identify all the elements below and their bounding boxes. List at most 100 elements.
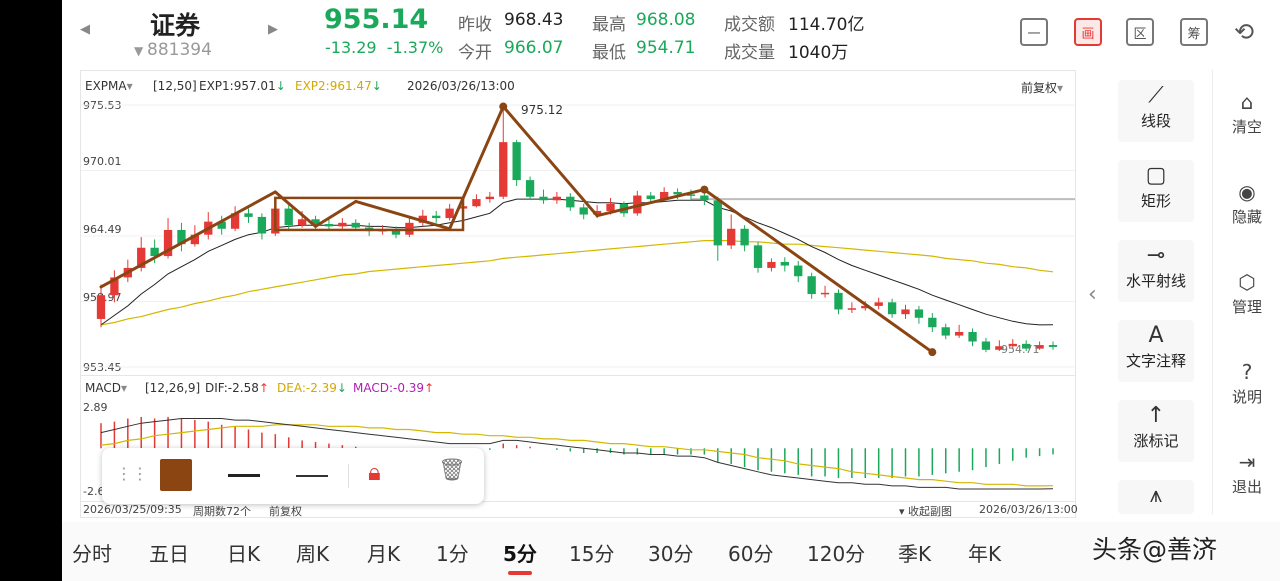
tool-more[interactable]: ⩚ [1118, 480, 1194, 514]
chevron-left-icon[interactable]: ‹ [1088, 282, 1097, 307]
candle-body [512, 142, 521, 181]
candle [740, 225, 749, 252]
candle-body [914, 309, 924, 318]
stat-value: 114.70亿 [788, 15, 865, 35]
candle [244, 208, 253, 223]
action-clear[interactable]: ⌂ 清空 [1213, 90, 1280, 137]
candle [499, 110, 508, 200]
section-icon[interactable]: 区 [1126, 18, 1154, 46]
candle-body [1048, 345, 1058, 347]
collapse-subchart[interactable]: ▾ 收起副图 [899, 503, 952, 519]
price-change: -13.29 -1.37% [325, 38, 444, 57]
grip-icon[interactable]: ⋮⋮ [116, 464, 148, 483]
action-hide[interactable]: ◉ 隐藏 [1213, 180, 1280, 227]
stat-label: 最高 [592, 15, 626, 35]
rotate-screen-icon[interactable]: ⟲ [1230, 18, 1258, 46]
tool-horizontal-ray[interactable]: ⊸ 水平射线 [1118, 240, 1194, 302]
peak-label: 975.12 [521, 103, 563, 117]
periods-count: 周期数72个 [193, 505, 251, 518]
candle [579, 203, 588, 220]
candle [552, 191, 562, 204]
active-tab-indicator [508, 571, 532, 575]
lock-icon[interactable]: 🔒︎ [368, 458, 381, 486]
candle-body [338, 222, 347, 227]
candle [485, 191, 495, 203]
drawn-anchor-point [700, 185, 709, 194]
panel-divider [81, 375, 1075, 376]
candle-body [539, 196, 548, 201]
candle [767, 258, 776, 272]
candle-body [485, 196, 495, 200]
arrow-up-icon: ↑ [1146, 403, 1166, 428]
line-thin-icon[interactable] [296, 475, 328, 477]
drawn-trend-line [314, 199, 358, 228]
candle [820, 285, 830, 298]
exp1-line [100, 198, 1054, 326]
broom-icon: ⌂ [1240, 90, 1254, 114]
chips-icon[interactable]: 筹 [1180, 18, 1208, 46]
candlestick-chart [81, 102, 1075, 368]
tab-period[interactable]: 分时 [72, 538, 112, 567]
footer-adjust: 前复权 [269, 505, 302, 518]
stat-label: 昨收 [458, 15, 492, 35]
tab-period-active[interactable]: 5分 [503, 538, 537, 567]
tab-period[interactable]: 1分 [436, 538, 469, 567]
tab-period[interactable]: 月K [367, 538, 400, 567]
candle [928, 313, 937, 332]
candle [954, 324, 964, 338]
action-exit[interactable]: ⇥ 退出 [1213, 450, 1280, 497]
candle [874, 297, 883, 310]
candle [914, 305, 924, 324]
candle-body [351, 222, 360, 228]
tool-line-segment[interactable]: ⟋ 线段 [1118, 80, 1194, 142]
line-thick-icon[interactable] [228, 474, 260, 477]
stat-value: 1040万 [788, 43, 849, 63]
tab-period[interactable]: 15分 [569, 538, 614, 567]
candle [794, 260, 803, 283]
candle-body [445, 208, 454, 219]
tab-period[interactable]: 日K [227, 538, 260, 567]
tool-rectangle[interactable]: ▢ 矩形 [1118, 160, 1194, 222]
stock-app: ◀ 证券 ▼ 881394 ▶ 955.14 -13.29 -1.37% 昨收 … [62, 0, 1280, 581]
action-manage[interactable]: ⬡ 管理 [1213, 270, 1280, 317]
color-swatch[interactable] [160, 459, 192, 491]
candle [834, 289, 843, 315]
stock-code[interactable]: ▼ 881394 [134, 40, 212, 60]
tab-period[interactable]: 年K [968, 538, 1001, 567]
exit-icon: ⇥ [1238, 450, 1256, 474]
action-help[interactable]: ? 说明 [1213, 360, 1280, 407]
prev-stock-icon[interactable]: ◀ [80, 22, 90, 37]
drawing-tools-panel: ‹ ⟋ 线段 ▢ 矩形 ⊸ 水平射线 A 文字注释 ↑ 涨标记 ⩚ [1088, 70, 1212, 514]
candle [753, 241, 763, 273]
candle-body [257, 216, 267, 234]
tool-limit-up-mark[interactable]: ↑ 涨标记 [1118, 400, 1194, 462]
candle [1048, 341, 1058, 350]
drawn-trend-line [702, 188, 934, 354]
tab-period[interactable]: 周K [296, 538, 329, 567]
candle [968, 328, 977, 347]
dif-value: DIF:-2.58↑ [205, 381, 269, 395]
candle-body [767, 261, 776, 268]
macd-selector[interactable]: MACD▾ [85, 381, 127, 395]
tab-period[interactable]: 120分 [807, 538, 865, 567]
low-label: 954.71 [1001, 343, 1040, 356]
candle-body [96, 295, 106, 319]
drawn-trend-line [354, 199, 452, 231]
candle [847, 302, 857, 314]
chevron-down-icon: ▾ [899, 505, 909, 518]
question-icon: ? [1241, 360, 1253, 384]
chart-screen-icon[interactable]: 画 [1074, 18, 1102, 46]
next-stock-icon[interactable]: ▶ [268, 22, 278, 37]
candle-body [807, 276, 816, 295]
line-segment-icon: ⟋ [1148, 83, 1164, 108]
candle [472, 194, 481, 208]
tab-period[interactable]: 五日 [149, 538, 189, 567]
tab-period[interactable]: 60分 [728, 538, 773, 567]
minus-icon[interactable]: 一 [1020, 18, 1048, 46]
candle [230, 206, 240, 232]
tool-text-note[interactable]: A 文字注释 [1118, 320, 1194, 382]
tab-period[interactable]: 30分 [648, 538, 693, 567]
candle-body [847, 308, 857, 310]
tab-period[interactable]: 季K [898, 538, 931, 567]
trash-icon[interactable]: 🗑︎ [438, 458, 466, 483]
